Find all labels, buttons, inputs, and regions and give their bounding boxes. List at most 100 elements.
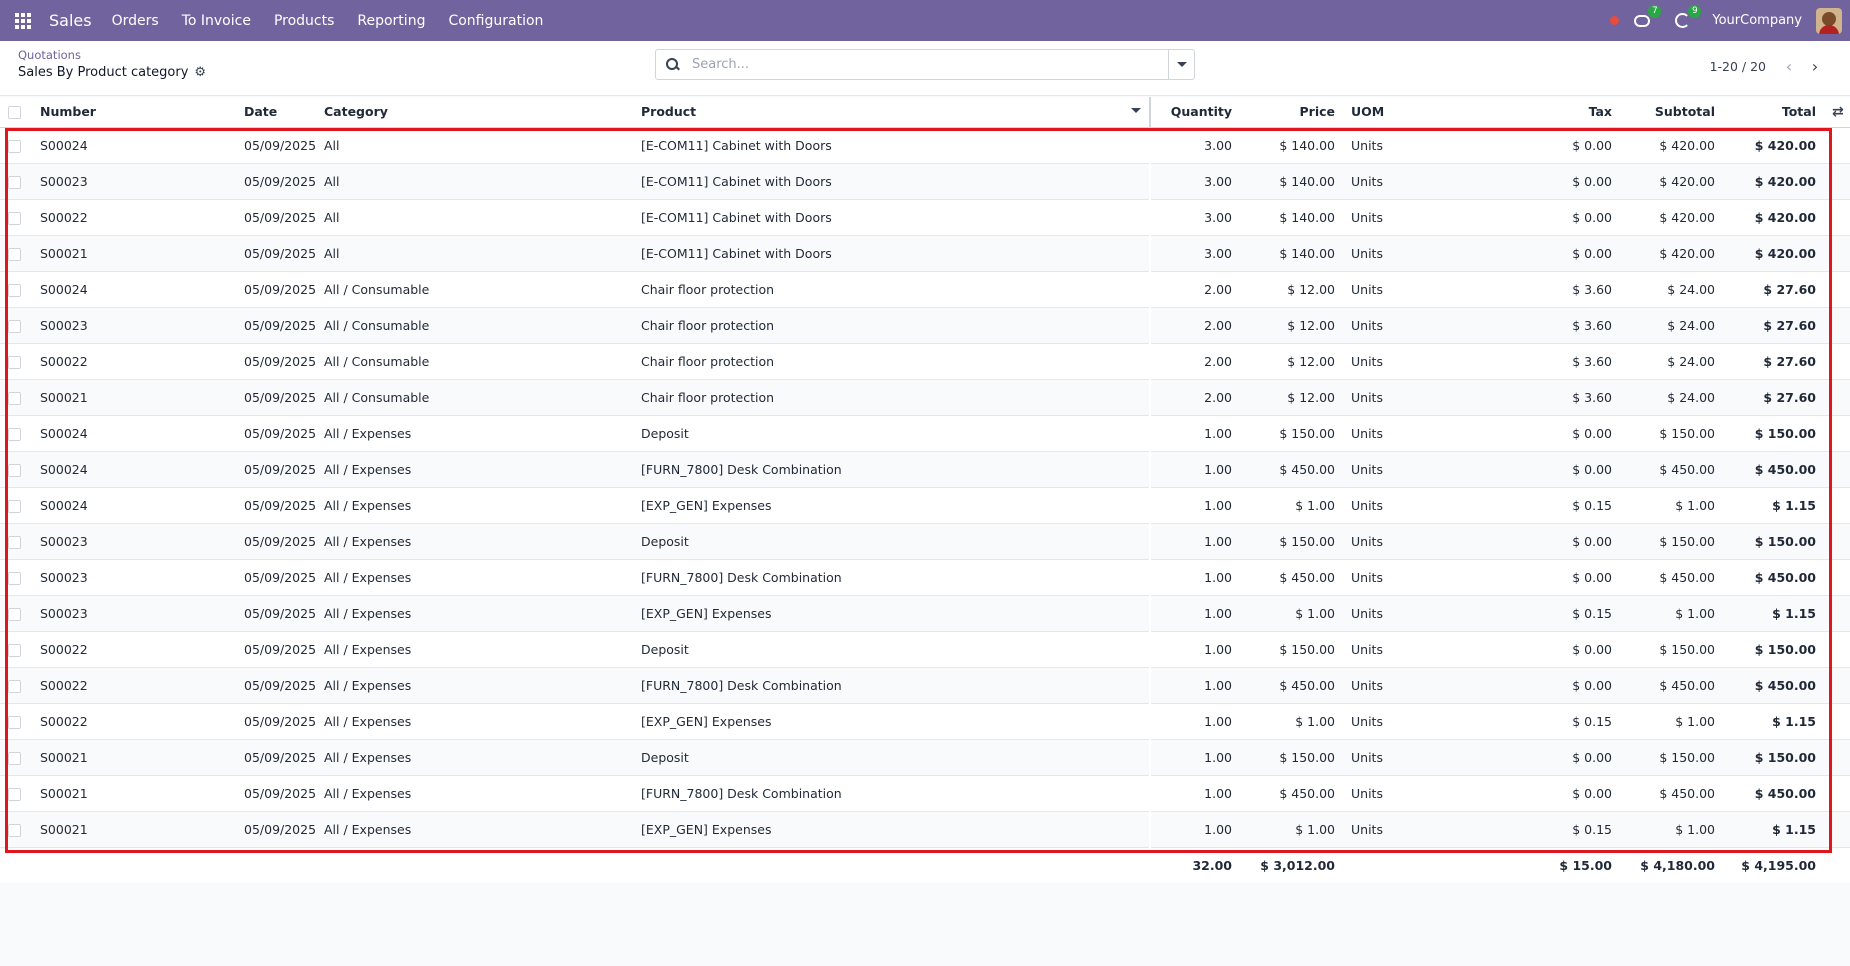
cell-tax[interactable]: $ 0.00 bbox=[1493, 415, 1620, 452]
cell-price[interactable]: $ 140.00 bbox=[1240, 163, 1343, 200]
cell-uom[interactable]: Units bbox=[1343, 415, 1493, 452]
cell-total[interactable]: $ 150.00 bbox=[1723, 523, 1824, 560]
cell-quantity[interactable]: 1.00 bbox=[1150, 559, 1240, 596]
table-row[interactable]: S00023 05/09/2025 All / Expenses [EXP_GEN] … bbox=[0, 595, 1850, 632]
cell-date[interactable]: 05/09/2025 bbox=[236, 811, 316, 848]
cell-price[interactable]: $ 12.00 bbox=[1240, 271, 1343, 308]
cell-number[interactable]: S00021 bbox=[32, 775, 236, 812]
cell-quantity[interactable]: 1.00 bbox=[1150, 811, 1240, 848]
cell-product[interactable]: [E-COM11] Cabinet with Doors bbox=[633, 199, 1150, 236]
cell-number[interactable]: S00021 bbox=[32, 235, 236, 272]
table-row[interactable]: S00021 05/09/2025 All / Expenses Deposit 1.0… bbox=[0, 739, 1850, 776]
cell-quantity[interactable]: 3.00 bbox=[1150, 199, 1240, 236]
cell-tax[interactable]: $ 3.60 bbox=[1493, 379, 1620, 416]
cell-category[interactable]: All / Expenses bbox=[316, 667, 633, 704]
cell-total[interactable]: $ 420.00 bbox=[1723, 235, 1824, 272]
cell-quantity[interactable]: 3.00 bbox=[1150, 163, 1240, 200]
cell-tax[interactable]: $ 3.60 bbox=[1493, 271, 1620, 308]
cell-date[interactable]: 05/09/2025 bbox=[236, 739, 316, 776]
cell-product[interactable]: [FURN_7800] Desk Combination bbox=[633, 667, 1150, 704]
cell-total[interactable]: $ 420.00 bbox=[1723, 199, 1824, 236]
cell-date[interactable]: 05/09/2025 bbox=[236, 235, 316, 272]
table-row[interactable]: S00024 05/09/2025 All / Consumable Chair fl… bbox=[0, 271, 1850, 308]
cell-product[interactable]: [EXP_GEN] Expenses bbox=[633, 811, 1150, 848]
cell-quantity[interactable]: 1.00 bbox=[1150, 739, 1240, 776]
cell-subtotal[interactable]: $ 150.00 bbox=[1620, 523, 1723, 560]
cell-total[interactable]: $ 1.15 bbox=[1723, 811, 1824, 848]
cell-subtotal[interactable]: $ 1.00 bbox=[1620, 487, 1723, 524]
optional-columns-icon[interactable]: ⇄ bbox=[1832, 104, 1844, 120]
cell-price[interactable]: $ 140.00 bbox=[1240, 127, 1343, 164]
row-checkbox[interactable] bbox=[8, 175, 21, 189]
cell-price[interactable]: $ 140.00 bbox=[1240, 199, 1343, 236]
cell-subtotal[interactable]: $ 1.00 bbox=[1620, 703, 1723, 740]
row-checkbox[interactable] bbox=[8, 823, 21, 837]
table-row[interactable]: S00024 05/09/2025 All / Expenses [EXP_GEN] … bbox=[0, 487, 1850, 524]
cell-subtotal[interactable]: $ 1.00 bbox=[1620, 811, 1723, 848]
cell-tax[interactable]: $ 0.00 bbox=[1493, 667, 1620, 704]
cell-product[interactable]: Chair floor protection bbox=[633, 307, 1150, 344]
cell-number[interactable]: S00023 bbox=[32, 595, 236, 632]
cell-quantity[interactable]: 2.00 bbox=[1150, 379, 1240, 416]
cell-price[interactable]: $ 1.00 bbox=[1240, 703, 1343, 740]
table-row[interactable]: S00021 05/09/2025 All / Expenses [EXP_GEN] … bbox=[0, 811, 1850, 848]
cell-subtotal[interactable]: $ 420.00 bbox=[1620, 163, 1723, 200]
cell-uom[interactable]: Units bbox=[1343, 451, 1493, 488]
cell-total[interactable]: $ 1.15 bbox=[1723, 703, 1824, 740]
table-row[interactable]: S00024 05/09/2025 All / Expenses [FURN_7800… bbox=[0, 451, 1850, 488]
cell-quantity[interactable]: 2.00 bbox=[1150, 271, 1240, 308]
cell-date[interactable]: 05/09/2025 bbox=[236, 703, 316, 740]
cell-number[interactable]: S00023 bbox=[32, 523, 236, 560]
cell-uom[interactable]: Units bbox=[1343, 307, 1493, 344]
cell-subtotal[interactable]: $ 420.00 bbox=[1620, 127, 1723, 164]
gear-icon[interactable]: ⚙ bbox=[194, 65, 206, 80]
cell-price[interactable]: $ 12.00 bbox=[1240, 379, 1343, 416]
cell-price[interactable]: $ 1.00 bbox=[1240, 595, 1343, 632]
table-row[interactable]: S00023 05/09/2025 All [E-COM11] Cabinet wit… bbox=[0, 163, 1850, 200]
table-row[interactable]: S00024 05/09/2025 All / Expenses Deposit 1.0… bbox=[0, 415, 1850, 452]
cell-product[interactable]: [FURN_7800] Desk Combination bbox=[633, 451, 1150, 488]
cell-category[interactable]: All bbox=[316, 163, 633, 200]
row-checkbox[interactable] bbox=[8, 247, 21, 261]
cell-total[interactable]: $ 450.00 bbox=[1723, 667, 1824, 704]
row-checkbox[interactable] bbox=[8, 355, 21, 369]
table-row[interactable]: S00021 05/09/2025 All / Consumable Chair fl… bbox=[0, 379, 1850, 416]
cell-category[interactable]: All / Expenses bbox=[316, 451, 633, 488]
table-row[interactable]: S00023 05/09/2025 All / Consumable Chair fl… bbox=[0, 307, 1850, 344]
cell-subtotal[interactable]: $ 1.00 bbox=[1620, 595, 1723, 632]
cell-uom[interactable]: Units bbox=[1343, 199, 1493, 236]
row-checkbox[interactable] bbox=[8, 679, 21, 693]
user-avatar[interactable] bbox=[1816, 7, 1842, 34]
cell-product[interactable]: [E-COM11] Cabinet with Doors bbox=[633, 235, 1150, 272]
column-date[interactable]: Date bbox=[236, 97, 316, 128]
row-checkbox[interactable] bbox=[8, 499, 21, 513]
cell-category[interactable]: All / Consumable bbox=[316, 379, 633, 416]
cell-total[interactable]: $ 27.60 bbox=[1723, 343, 1824, 380]
cell-total[interactable]: $ 1.15 bbox=[1723, 595, 1824, 632]
table-row[interactable]: S00021 05/09/2025 All [E-COM11] Cabinet wit… bbox=[0, 235, 1850, 272]
cell-price[interactable]: $ 150.00 bbox=[1240, 739, 1343, 776]
row-checkbox[interactable] bbox=[8, 139, 21, 153]
cell-uom[interactable]: Units bbox=[1343, 343, 1493, 380]
row-checkbox[interactable] bbox=[8, 607, 21, 621]
cell-tax[interactable]: $ 0.00 bbox=[1493, 631, 1620, 668]
cell-number[interactable]: S00022 bbox=[32, 667, 236, 704]
cell-total[interactable]: $ 450.00 bbox=[1723, 559, 1824, 596]
cell-uom[interactable]: Units bbox=[1343, 523, 1493, 560]
column-tax[interactable]: Tax bbox=[1493, 97, 1620, 128]
cell-quantity[interactable]: 1.00 bbox=[1150, 667, 1240, 704]
activities-icon[interactable]: 9 bbox=[1672, 4, 1702, 31]
cell-product[interactable]: [FURN_7800] Desk Combination bbox=[633, 559, 1150, 596]
menu-to-invoice[interactable]: To Invoice bbox=[182, 13, 251, 29]
cell-product[interactable]: [EXP_GEN] Expenses bbox=[633, 487, 1150, 524]
cell-category[interactable]: All / Consumable bbox=[316, 343, 633, 380]
cell-number[interactable]: S00024 bbox=[32, 487, 236, 524]
cell-subtotal[interactable]: $ 24.00 bbox=[1620, 379, 1723, 416]
table-row[interactable]: S00024 05/09/2025 All [E-COM11] Cabinet wit… bbox=[0, 127, 1850, 164]
cell-uom[interactable]: Units bbox=[1343, 271, 1493, 308]
cell-number[interactable]: S00024 bbox=[32, 127, 236, 164]
search-input[interactable] bbox=[688, 57, 1168, 72]
table-row[interactable]: S00023 05/09/2025 All / Expenses Deposit 1.0… bbox=[0, 523, 1850, 560]
cell-tax[interactable]: $ 0.15 bbox=[1493, 487, 1620, 524]
cell-tax[interactable]: $ 0.00 bbox=[1493, 523, 1620, 560]
